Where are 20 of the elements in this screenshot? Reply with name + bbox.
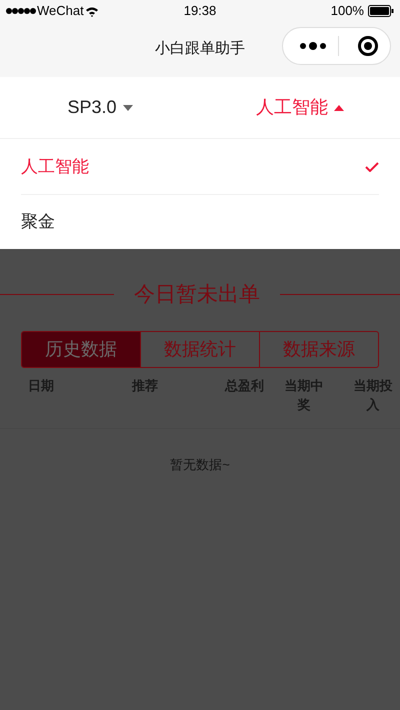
filter-dropdown[interactable]: SP3.0	[0, 77, 200, 138]
filter-dropdown[interactable]: 人工智能	[200, 77, 400, 138]
carrier-name: WeChat	[37, 2, 84, 20]
empty-message: 暂无数据~	[170, 456, 230, 474]
caret-up-icon	[334, 104, 344, 110]
capsule-menu[interactable]	[282, 27, 391, 65]
dropdown-option[interactable]: 聚金	[21, 194, 379, 249]
battery-percent: 100%	[330, 2, 364, 20]
page-title: 小白跟单助手	[155, 39, 245, 60]
caret-down-icon	[122, 104, 133, 110]
banner-title: 今日暂未出单	[133, 282, 261, 308]
close-icon[interactable]	[358, 36, 378, 56]
signal-icon	[6, 7, 36, 15]
wifi-icon	[84, 6, 99, 16]
clock-time: 19:38	[182, 2, 218, 20]
dropdown-option[interactable]: 人工智能	[21, 139, 379, 194]
battery-icon	[368, 5, 394, 17]
tab[interactable]: 历史数据	[22, 332, 140, 366]
more-icon[interactable]	[300, 42, 326, 50]
check-icon	[365, 162, 379, 172]
